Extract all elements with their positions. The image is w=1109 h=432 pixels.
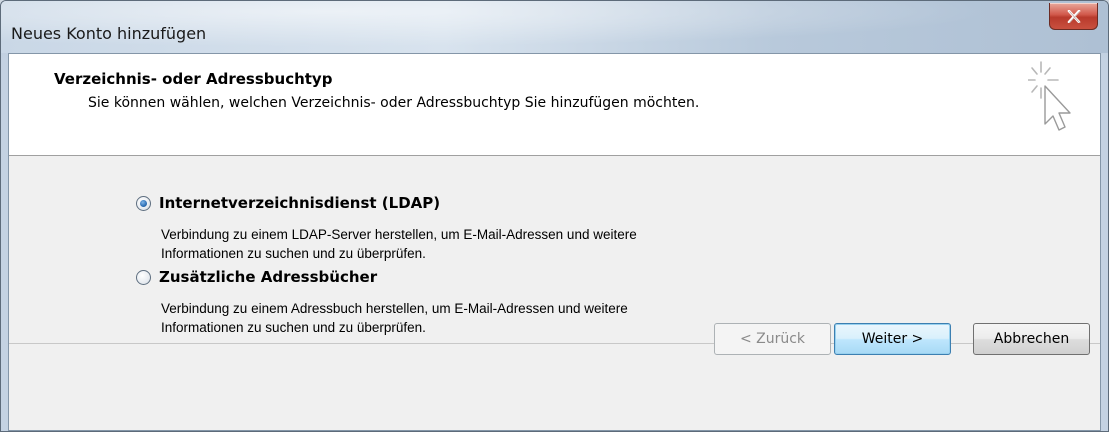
window-title: Neues Konto hinzufügen xyxy=(11,24,207,43)
next-button[interactable]: Weiter > xyxy=(834,323,951,355)
wizard-header: Verzeichnis- oder Adressbuchtyp Sie könn… xyxy=(9,54,1100,156)
back-button[interactable]: < Zurück xyxy=(714,323,831,355)
header-subtitle: Sie können wählen, welchen Verzeichnis- … xyxy=(88,95,700,111)
option-ldap-label[interactable]: Internetverzeichnisdienst (LDAP) xyxy=(159,194,440,212)
radio-address-books[interactable] xyxy=(136,269,151,285)
radio-ldap[interactable] xyxy=(136,195,151,211)
option-ldap-description-line2: Informationen zu suchen und zu überprüfe… xyxy=(161,246,426,261)
title-bar[interactable]: Neues Konto hinzufügen xyxy=(1,1,1108,53)
dialog-window: Neues Konto hinzufügen Verzeichnis- oder… xyxy=(0,0,1109,432)
option-address-books[interactable]: Zusätzliche Adressbücher xyxy=(136,268,377,286)
option-address-books-description-line1: Verbindung zu einem Adressbuch herstelle… xyxy=(161,301,628,316)
header-title: Verzeichnis- oder Adressbuchtyp xyxy=(54,70,333,88)
option-address-books-label[interactable]: Zusätzliche Adressbücher xyxy=(159,268,377,286)
cancel-button[interactable]: Abbrechen xyxy=(973,323,1090,355)
close-button[interactable] xyxy=(1049,3,1098,30)
option-address-books-description-line2: Informationen zu suchen und zu überprüfe… xyxy=(161,320,426,335)
options-panel: Internetverzeichnisdienst (LDAP) Verbind… xyxy=(9,156,1100,344)
option-ldap-description-line1: Verbindung zu einem LDAP-Server herstell… xyxy=(161,227,637,242)
close-icon xyxy=(1067,9,1080,23)
radio-selected-dot xyxy=(140,199,147,207)
wizard-cursor-icon xyxy=(1028,61,1071,131)
option-ldap[interactable]: Internetverzeichnisdienst (LDAP) xyxy=(136,194,440,212)
dialog-client-area: Verzeichnis- oder Adressbuchtyp Sie könn… xyxy=(8,53,1101,431)
button-bar xyxy=(9,344,1100,430)
